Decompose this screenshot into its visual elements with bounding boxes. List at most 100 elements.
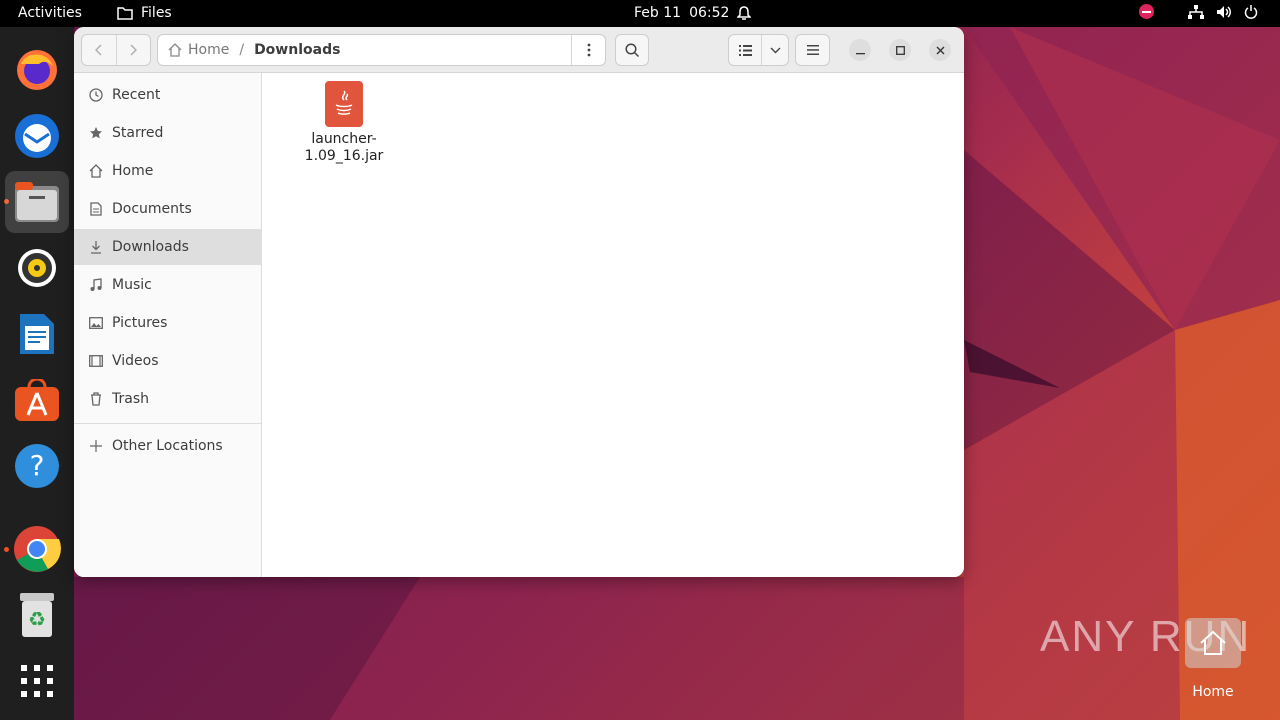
sidebar-item-home[interactable]: Home [74,153,262,189]
volume-icon [1217,5,1231,18]
music-icon [88,277,104,293]
clock[interactable]: Feb 11 06:52 [634,5,752,21]
sidebar-item-pictures[interactable]: Pictures [74,305,262,341]
search-button[interactable] [615,34,649,66]
sidebar-item-label: Music [112,277,152,293]
sidebar-item-starred[interactable]: Starred [74,115,262,151]
places-sidebar: Recent Starred Home Documents Downloads … [74,73,262,577]
dock-chrome[interactable] [5,518,69,580]
top-bar: Activities Files Feb 11 06:52 [0,0,1280,27]
app-grid-icon [21,665,53,697]
sidebar-item-label: Other Locations [112,438,223,454]
home-icon [88,163,104,179]
trash-bin-icon: ♻ [20,593,54,637]
list-view-button[interactable] [729,35,762,65]
breadcrumb-home-label: Home [188,42,230,58]
activities-button[interactable]: Activities [18,5,82,21]
list-view-icon [738,44,752,56]
minimize-button[interactable] [849,39,871,61]
close-icon [936,46,944,54]
sidebar-item-label: Videos [112,353,159,369]
maximize-button[interactable] [889,39,911,61]
sidebar-item-label: Home [112,163,154,179]
system-tray[interactable] [1139,4,1258,19]
sidebar-item-label: Trash [112,391,149,407]
sidebar-item-label: Pictures [112,315,168,331]
file-view[interactable]: launcher- 1.09_16.jar [263,73,964,577]
dock-trash[interactable]: ♻ [5,584,69,646]
forward-button[interactable] [115,35,150,65]
desktop-home-shortcut[interactable]: Home [1184,618,1242,700]
dock-app-center[interactable] [5,369,69,431]
app-menu[interactable]: Files [117,5,172,21]
files-window: Home / Downloads Recent Starred Home Doc… [74,27,964,577]
path-menu-button[interactable] [571,35,605,65]
files-icon [15,182,59,222]
breadcrumb-home[interactable]: Home [158,42,229,58]
java-icon [325,81,363,127]
dock-thunderbird[interactable] [5,105,69,167]
chevron-down-icon [770,47,780,53]
svg-text:♻: ♻ [28,607,46,631]
power-icon [1244,4,1258,19]
rhythmbox-icon [18,249,56,287]
dock-rhythmbox[interactable] [5,237,69,299]
breadcrumb-current[interactable]: Downloads [254,42,340,58]
home-icon [168,43,182,57]
dock: ? ♻ [0,27,74,720]
hamburger-menu-icon [806,45,819,55]
vertical-dots-icon [587,43,590,57]
do-not-disturb-icon [1139,4,1154,19]
chrome-icon [14,526,61,572]
sidebar-item-other-locations[interactable]: Other Locations [74,428,262,464]
thunderbird-icon [15,114,59,158]
sidebar-item-label: Recent [112,87,161,103]
svg-text:?: ? [30,449,45,482]
dock-files[interactable] [5,171,69,233]
chevron-right-icon [130,44,138,56]
picture-icon [88,315,104,331]
back-button[interactable] [82,35,116,65]
header-bar: Home / Downloads [74,27,964,73]
view-toggle-group [728,34,789,66]
clock-icon [88,87,104,103]
clock-date: Feb 11 [634,5,682,21]
download-icon [88,239,104,255]
app-name: Files [141,5,172,21]
minimize-icon [855,52,865,54]
clock-time: 06:52 [689,5,730,21]
main-menu-button[interactable] [795,34,830,66]
sidebar-item-trash[interactable]: Trash [74,381,262,417]
view-options-button[interactable] [762,35,788,65]
firefox-icon [17,50,57,90]
sidebar-item-label: Starred [112,125,164,141]
star-icon [88,125,104,141]
file-item[interactable]: launcher- 1.09_16.jar [299,81,389,165]
dock-firefox[interactable] [5,39,69,101]
sidebar-item-documents[interactable]: Documents [74,191,262,227]
sidebar-item-recent[interactable]: Recent [74,77,262,113]
dock-libreoffice-writer[interactable] [5,303,69,365]
navigation-buttons [81,34,151,66]
document-icon [88,201,104,217]
path-bar: Home / Downloads [157,34,606,66]
sidebar-divider [74,423,262,424]
dock-show-apps[interactable] [5,650,69,712]
sidebar-item-videos[interactable]: Videos [74,343,262,379]
bell-icon [737,5,752,20]
video-icon [88,353,104,369]
dock-help[interactable]: ? [5,435,69,497]
file-name: launcher- 1.09_16.jar [299,131,389,165]
sidebar-item-downloads[interactable]: Downloads [74,229,262,265]
chevron-left-icon [94,44,102,56]
sidebar-item-music[interactable]: Music [74,267,262,303]
maximize-icon [895,45,905,55]
file-name-line1: launcher- [311,131,377,147]
desktop-home-label: Home [1192,684,1234,700]
network-icon [1188,4,1204,19]
sidebar-item-label: Documents [112,201,192,217]
folder-icon [117,7,133,20]
file-name-line2: 1.09_16.jar [304,148,384,164]
close-button[interactable] [929,39,951,61]
help-icon: ? [15,444,59,488]
